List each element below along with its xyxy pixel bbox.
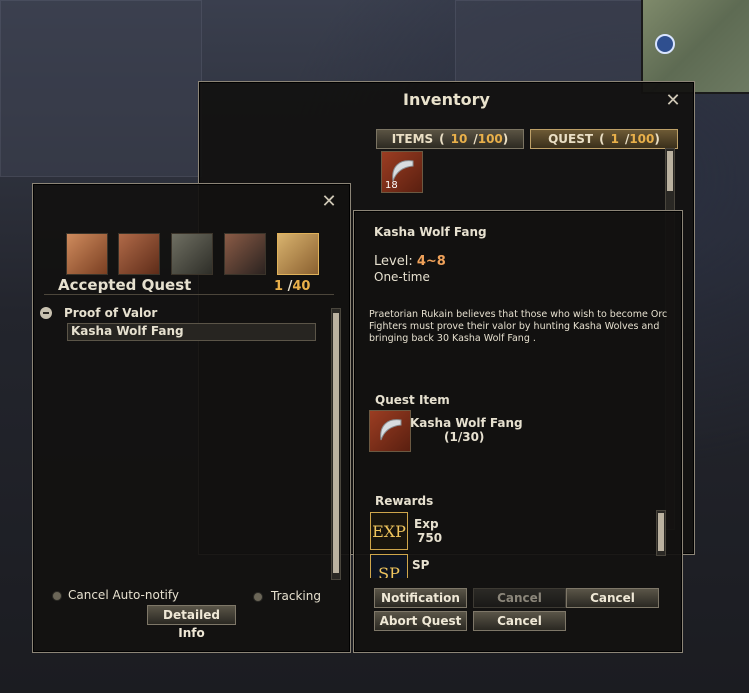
abort-quest-button[interactable]: Abort Quest	[374, 611, 467, 631]
quest-detail-name: Kasha Wolf Fang	[374, 225, 487, 239]
quest-repeat-type: One-time	[374, 270, 430, 284]
player-marker-icon	[655, 34, 675, 54]
collapse-group-icon[interactable]	[40, 307, 52, 319]
quest-category-human-icon[interactable]	[66, 233, 108, 275]
quest-category-fist-icon[interactable]	[118, 233, 160, 275]
inventory-close-icon[interactable]: ✕	[665, 92, 681, 110]
quest-log-counter: 1 /40	[274, 279, 311, 294]
detailed-info-button[interactable]: Detailed Info	[147, 605, 236, 640]
tab-quest-count: 1	[610, 132, 619, 146]
tab-items[interactable]: ITEMS ( 10 /100)	[376, 129, 524, 149]
cancel-bottom-button[interactable]: Cancel	[473, 611, 566, 631]
quest-category-misc-icon[interactable]	[224, 233, 266, 275]
cancel-autonotify-label: Cancel Auto-notify	[68, 588, 179, 602]
rewards-scrollbar[interactable]	[656, 510, 666, 556]
quest-list-item[interactable]: Kasha Wolf Fang	[67, 323, 316, 341]
quest-item-heading: Quest Item	[375, 393, 450, 407]
tab-items-max: 100	[477, 132, 503, 146]
quest-category-scroll-icon[interactable]	[277, 233, 319, 275]
quest-log-scrollbar[interactable]	[331, 308, 341, 580]
quest-log-divider	[44, 294, 334, 295]
tab-quest[interactable]: QUEST ( 1 /100)	[530, 129, 678, 149]
tracking-label: Tracking	[271, 589, 321, 603]
quest-log-close-icon[interactable]: ✕	[321, 193, 337, 211]
minimap[interactable]	[641, 0, 749, 94]
notification-button[interactable]: Notification	[374, 588, 467, 608]
sp-reward-label: SP	[412, 558, 430, 572]
tab-quest-label: QUEST	[548, 132, 594, 146]
cancel-disabled-button: Cancel	[473, 588, 566, 608]
item-stack-count: 18	[385, 180, 398, 191]
wolf-fang-icon	[380, 419, 402, 441]
exp-reward-icon: EXP	[370, 512, 408, 550]
exp-reward-value: 750	[417, 531, 443, 545]
quest-category-weapon-icon[interactable]	[171, 233, 213, 275]
quest-item-slot[interactable]	[369, 410, 411, 452]
quest-level: Level: 4~8	[374, 254, 446, 269]
quest-max: 40	[292, 279, 311, 294]
quest-item-progress: (1/30)	[444, 430, 485, 444]
cancel-autonotify-radio[interactable]	[52, 591, 62, 601]
background-structure	[0, 0, 202, 177]
tracking-radio[interactable]	[253, 592, 263, 602]
quest-count: 1	[274, 279, 284, 294]
background-building	[455, 0, 642, 84]
quest-description: Praetorian Rukain believes that those wh…	[369, 309, 668, 344]
inventory-slot-wolf-fang[interactable]: 18	[381, 151, 423, 193]
tab-quest-max: 100	[629, 132, 655, 146]
rewards-heading: Rewards	[375, 494, 434, 508]
tab-items-count: 10	[450, 132, 468, 146]
inventory-title: Inventory	[403, 90, 490, 109]
cancel-top-button[interactable]: Cancel	[566, 588, 659, 608]
exp-reward-label: Exp	[414, 517, 439, 531]
quest-group-label[interactable]: Proof of Valor	[64, 306, 157, 320]
level-label: Level:	[374, 254, 413, 269]
sp-reward-icon: SP	[370, 554, 408, 578]
quest-item-name: Kasha Wolf Fang	[410, 416, 523, 430]
quest-log-title: Accepted Quest	[58, 276, 192, 294]
tab-items-label: ITEMS	[391, 132, 434, 146]
level-value: 4~8	[416, 254, 446, 269]
reward-list-clip: SP SP	[366, 552, 656, 578]
